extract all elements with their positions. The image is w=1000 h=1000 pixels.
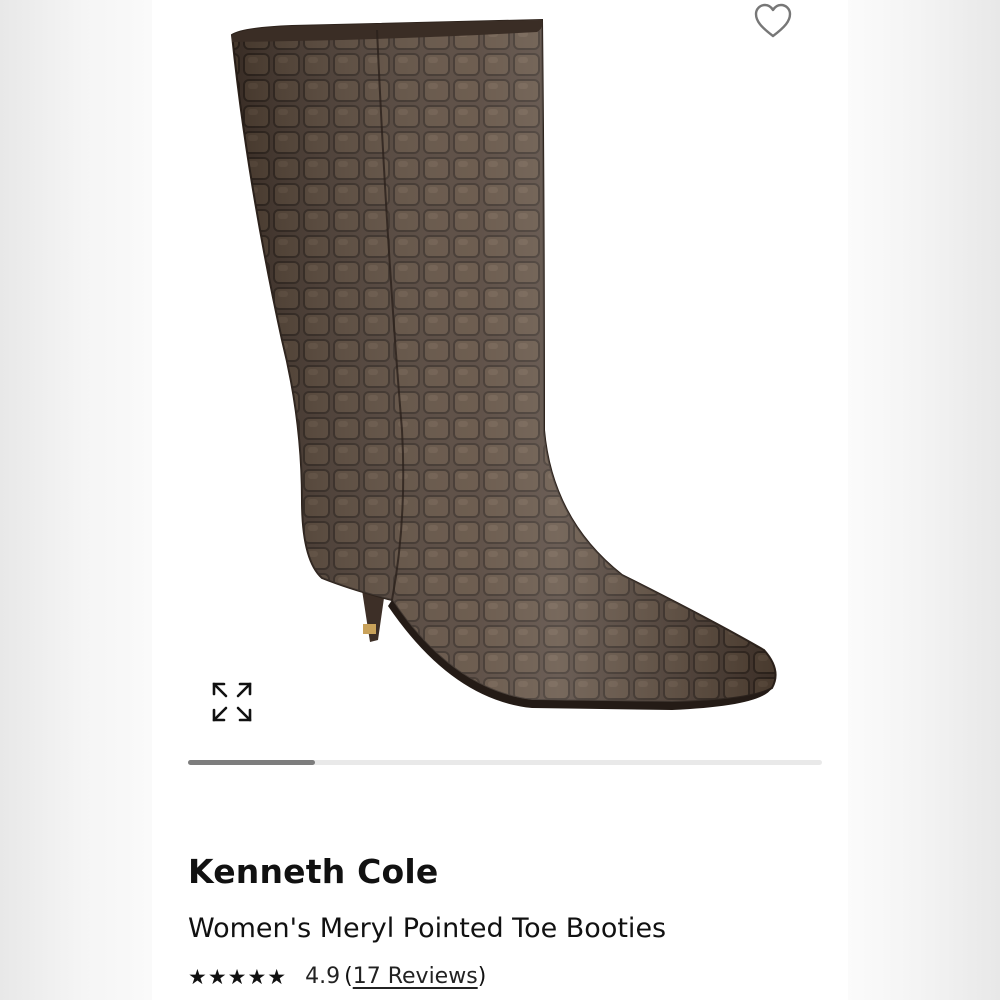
reviews-open-paren: (: [344, 964, 353, 989]
reviews-link[interactable]: 17 Reviews: [353, 964, 478, 989]
boot-illustration: [230, 18, 777, 710]
expand-image-button[interactable]: [210, 680, 254, 724]
carousel-progress-thumb[interactable]: [188, 760, 315, 765]
rating-row: ★★★★★ 4.9 ( 17 Reviews ): [188, 964, 486, 989]
right-backdrop: [848, 0, 1000, 1000]
product-title: Women's Meryl Pointed Toe Booties: [188, 913, 667, 944]
rating-value: 4.9: [305, 964, 341, 989]
reviews-close-paren: ): [477, 964, 487, 989]
carousel-progress-track[interactable]: [188, 760, 822, 765]
favorite-button[interactable]: [750, 0, 796, 42]
heart-icon: [754, 3, 792, 38]
product-image[interactable]: [152, 0, 848, 755]
heel-accent: [363, 624, 376, 634]
rating-stars: ★★★★★: [188, 964, 288, 989]
left-backdrop: [0, 0, 152, 1000]
brand-name[interactable]: Kenneth Cole: [188, 852, 438, 891]
product-panel: Kenneth Cole Women's Meryl Pointed Toe B…: [152, 0, 848, 1000]
expand-icon: [212, 682, 252, 722]
